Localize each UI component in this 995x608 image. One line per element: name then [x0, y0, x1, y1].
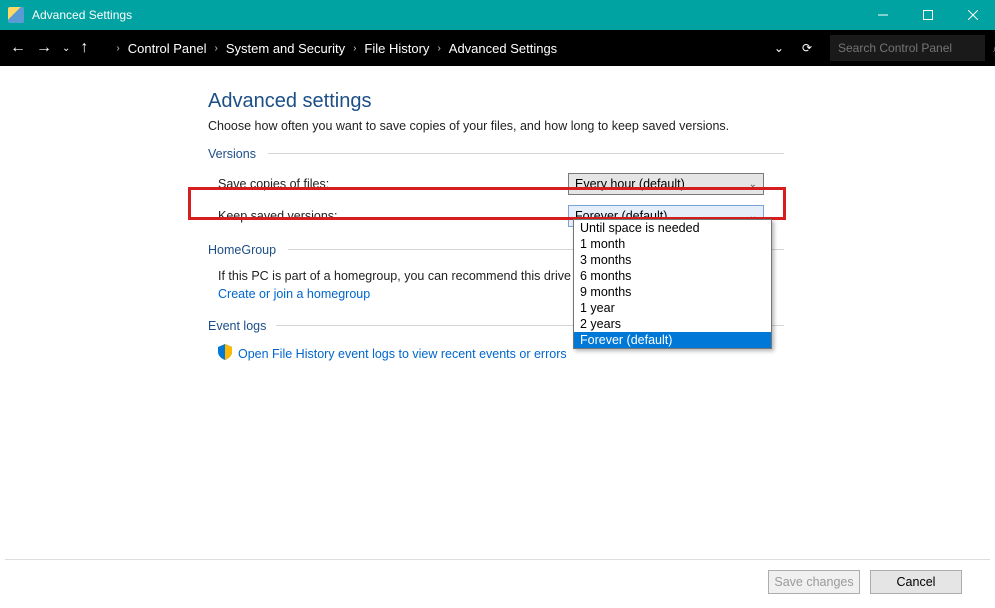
up-button[interactable]: ↑ [80, 39, 88, 57]
save-copies-value: Every hour (default) [575, 177, 685, 191]
breadcrumb-item[interactable]: Control Panel [128, 41, 207, 56]
search-input[interactable] [838, 41, 993, 55]
dropdown-option[interactable]: 2 years [574, 316, 771, 332]
chevron-right-icon: › [437, 43, 440, 54]
back-button[interactable]: ← [10, 39, 26, 57]
dropdown-option[interactable]: 3 months [574, 252, 771, 268]
nav-right-controls: ⌄ ⟳ ⌕ [774, 35, 985, 61]
minimize-button[interactable] [860, 0, 905, 30]
dropdown-option[interactable]: Forever (default) [574, 332, 771, 348]
chevron-right-icon: › [116, 43, 119, 54]
navigation-bar: ← → ⌄ ↑ › Control Panel › System and Sec… [0, 30, 995, 66]
breadcrumb: › Control Panel › System and Security › … [98, 41, 763, 56]
forward-button[interactable]: → [36, 39, 52, 57]
eventlogs-legend: Event logs [208, 319, 272, 333]
versions-legend: Versions [208, 147, 262, 161]
close-button[interactable] [950, 0, 995, 30]
section-divider [268, 153, 784, 154]
dropdown-option[interactable]: 6 months [574, 268, 771, 284]
breadcrumb-item[interactable]: System and Security [226, 41, 345, 56]
save-copies-row: Save copies of files: Every hour (defaul… [208, 173, 784, 195]
minimize-icon [878, 10, 888, 20]
dropdown-option[interactable]: 9 months [574, 284, 771, 300]
window-controls [860, 0, 995, 30]
page-description: Choose how often you want to save copies… [208, 119, 995, 133]
save-copies-label: Save copies of files: [218, 177, 568, 191]
cancel-button[interactable]: Cancel [870, 570, 962, 594]
breadcrumb-item[interactable]: Advanced Settings [449, 41, 557, 56]
content-area: Advanced settings Choose how often you w… [0, 66, 995, 571]
eventlogs-link[interactable]: Open File History event logs to view rec… [238, 347, 567, 361]
keep-versions-label: Keep saved versions: [218, 209, 568, 223]
shield-icon [218, 344, 232, 360]
chevron-right-icon: › [215, 43, 218, 54]
close-icon [968, 10, 978, 20]
bottom-bar: Save changes Cancel [5, 559, 990, 603]
keep-versions-dropdown: Until space is needed 1 month 3 months 6… [573, 219, 772, 349]
breadcrumb-item[interactable]: File History [364, 41, 429, 56]
window-title: Advanced Settings [32, 8, 860, 22]
address-dropdown-button[interactable]: ⌄ [774, 41, 784, 55]
save-copies-select[interactable]: Every hour (default) ⌄ [568, 173, 764, 195]
dropdown-option[interactable]: Until space is needed [574, 220, 771, 236]
maximize-icon [923, 10, 933, 20]
homegroup-link[interactable]: Create or join a homegroup [218, 287, 370, 301]
recent-locations-button[interactable]: ⌄ [62, 43, 70, 54]
versions-section: Versions Save copies of files: Every hou… [208, 145, 784, 227]
page-heading: Advanced settings [208, 90, 995, 113]
title-bar: Advanced Settings [0, 0, 995, 30]
maximize-button[interactable] [905, 0, 950, 30]
dropdown-option[interactable]: 1 year [574, 300, 771, 316]
dropdown-option[interactable]: 1 month [574, 236, 771, 252]
chevron-right-icon: › [353, 43, 356, 54]
homegroup-legend: HomeGroup [208, 243, 282, 257]
refresh-button[interactable]: ⟳ [802, 41, 812, 55]
save-button: Save changes [768, 570, 860, 594]
app-icon [8, 7, 24, 23]
search-box[interactable]: ⌕ [830, 35, 985, 61]
chevron-down-icon: ⌄ [749, 179, 757, 190]
